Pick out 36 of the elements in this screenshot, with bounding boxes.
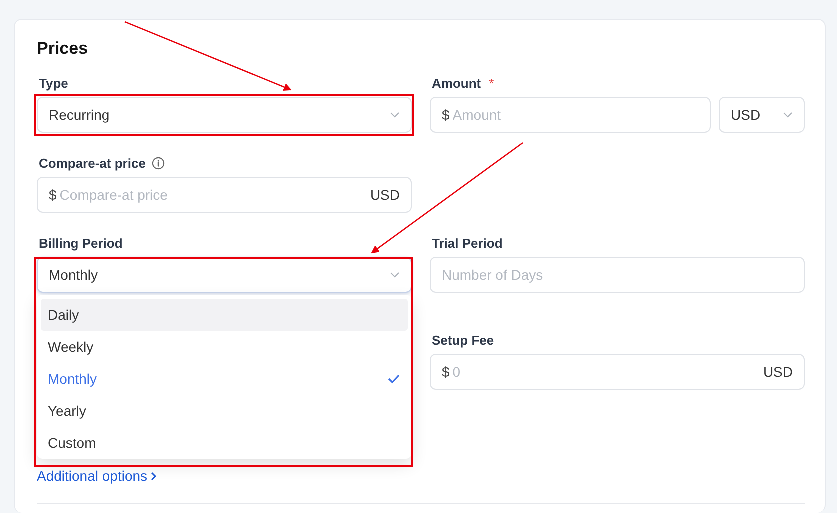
- chevron-right-icon: [150, 472, 157, 480]
- section-title: Prices: [37, 38, 90, 60]
- trial-period-input[interactable]: Number of Days: [442, 267, 793, 283]
- field-label: Compare-at price: [39, 156, 146, 170]
- currency-symbol: $: [442, 107, 450, 123]
- billing-period-select[interactable]: Monthly: [37, 257, 412, 293]
- currency-code: USD: [370, 187, 400, 203]
- additional-options-link[interactable]: Additional options: [37, 468, 157, 484]
- dropdown-option[interactable]: Daily: [41, 299, 408, 331]
- chevron-down-icon: [390, 272, 400, 278]
- amount-input[interactable]: Amount: [452, 107, 699, 123]
- required-mark: *: [489, 76, 494, 90]
- check-icon: [388, 374, 400, 384]
- compare-at-price-field[interactable]: $ Compare-at price USD: [37, 177, 412, 213]
- compare-at-price-input[interactable]: Compare-at price: [60, 187, 370, 203]
- trial-period-field[interactable]: Number of Days: [430, 257, 805, 293]
- dropdown-option[interactable]: Yearly: [41, 395, 408, 427]
- amount-field[interactable]: $ Amount: [430, 97, 711, 133]
- currency-select[interactable]: USD: [719, 97, 805, 133]
- info-icon[interactable]: [152, 156, 165, 170]
- setup-fee-input[interactable]: 0: [452, 364, 764, 380]
- chevron-down-icon: [783, 112, 793, 118]
- field-label: Amount: [432, 76, 482, 90]
- dropdown-option[interactable]: Weekly: [41, 331, 408, 363]
- currency-symbol: $: [49, 187, 57, 203]
- type-select[interactable]: Recurring: [37, 97, 412, 133]
- dropdown-option[interactable]: Custom: [41, 427, 408, 459]
- chevron-down-icon: [390, 112, 400, 118]
- field-label: Trial Period: [432, 236, 503, 250]
- field-label: Type: [39, 76, 68, 90]
- field-label: Billing Period: [39, 236, 123, 250]
- setup-fee-field[interactable]: $ 0 USD: [430, 354, 805, 390]
- dropdown-option[interactable]: Monthly: [41, 363, 408, 395]
- field-label: Setup Fee: [432, 332, 494, 348]
- currency-symbol: $: [442, 364, 450, 380]
- currency-code: USD: [763, 364, 793, 380]
